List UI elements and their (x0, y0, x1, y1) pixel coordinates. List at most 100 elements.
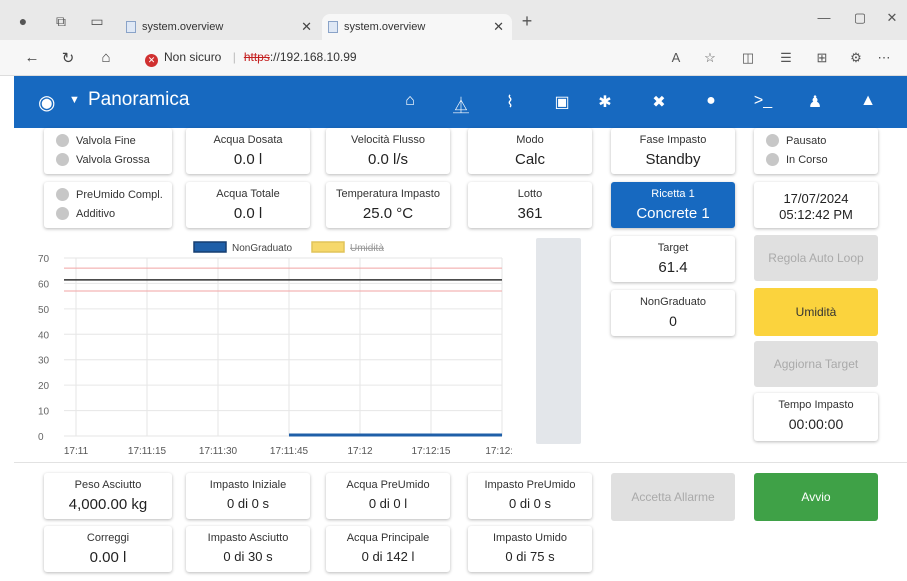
impasto-iniziale-card: Impasto Iniziale 0 di 0 s (186, 473, 310, 519)
close-tab-icon[interactable]: ✕ (493, 14, 504, 40)
url-host: ://192.168.10.99 (269, 50, 357, 64)
main-panel: Valvola Fine Valvola Grossa Acqua Dosata… (14, 128, 907, 581)
fase-impasto-card: Fase Impasto Standby (611, 128, 735, 174)
toggle-icon[interactable]: ● (700, 92, 722, 110)
ricetta-card[interactable]: Ricetta 1 Concrete 1 (611, 182, 735, 228)
profile-icon[interactable]: ● (14, 12, 32, 30)
new-tab-icon[interactable]: + (518, 12, 536, 30)
tools-icon[interactable]: ✖ (648, 92, 670, 112)
more-icon[interactable]: ⋯ (874, 50, 894, 66)
correggi-card: Correggi 0.00 l (44, 526, 172, 572)
browser-tab-2[interactable]: system.overview ✕ (322, 14, 512, 40)
x-tick-label: 17:11:15 (128, 446, 167, 457)
app-header: ◉ ▼ Panoramica ⌂ ⏅ ⌇ ▣ ✱ ✖ ● >_ ♟ ▲ (14, 76, 907, 128)
maximize-icon[interactable]: ▢ (850, 10, 870, 26)
umidita-button[interactable]: Umidità (754, 288, 878, 336)
peso-asciutto-label: Peso Asciutto (74, 479, 142, 491)
tempo-impasto-label: Tempo Impasto (778, 399, 854, 411)
split-screen-icon[interactable]: ◫ (738, 50, 758, 66)
impasto-iniziale-label: Impasto Iniziale (209, 479, 287, 491)
temperatura-label: Temperatura Impasto (336, 188, 440, 200)
legend-label: NonGraduato (232, 243, 292, 254)
legend-swatch (193, 241, 227, 253)
datetime-card: 17/07/2024 05:12:42 PM (754, 182, 878, 228)
page-favicon-icon (328, 21, 338, 33)
favorite-star-icon[interactable]: ☆ (700, 50, 720, 66)
url-scheme: https (243, 50, 270, 64)
acqua-principale-value: 0 di 142 l (361, 549, 415, 564)
acqua-principale-card: Acqua Principale 0 di 142 l (326, 526, 450, 572)
tab-actions-icon[interactable]: ▭ (88, 12, 106, 30)
collections-icon[interactable]: ⊞ (812, 50, 832, 66)
back-icon[interactable]: ← (22, 49, 42, 66)
home-browser-icon[interactable]: ⌂ (96, 49, 116, 66)
impasto-umido-label: Impasto Umido (493, 532, 567, 544)
nongraduato-value: 0 (669, 313, 677, 329)
status-led-icon (56, 188, 69, 201)
y-tick-label: 70 (38, 254, 50, 265)
acqua-totale-label: Acqua Totale (216, 188, 280, 200)
date-value: 17/07/2024 (783, 191, 849, 206)
aggiorna-target-button[interactable]: Aggiorna Target (754, 341, 878, 387)
in-corso-indicator: In Corso (766, 153, 828, 166)
workspaces-icon[interactable]: ⧉ (52, 12, 70, 30)
favorites-icon[interactable]: ☰ (776, 50, 796, 66)
trend-chart: 0 10 20 30 40 50 60 70 17:11 17:11:15 17:11:30 17:1… (34, 238, 519, 463)
impasto-preumido-label: Impasto PreUmido (484, 479, 576, 491)
correggi-label: Correggi (86, 532, 130, 544)
lock-icon[interactable]: ▲ (857, 92, 879, 110)
close-window-icon[interactable]: ✕ (882, 10, 902, 26)
tab-bar: ● ⧉ ▭ system.overview ✕ system.overview … (0, 0, 907, 40)
globe-icon[interactable]: ◉ (38, 90, 55, 115)
modo-value: Calc (514, 151, 545, 168)
peso-asciutto-value: 4,000.00 kg (68, 496, 148, 513)
user-icon[interactable]: ♟ (804, 92, 826, 112)
status-led-icon (766, 134, 779, 147)
tab-title: system.overview (142, 21, 224, 33)
toolbox-icon[interactable]: ▣ (551, 92, 573, 112)
page-title: Panoramica (88, 89, 190, 110)
time-value: 05:12:42 PM (779, 207, 853, 222)
y-tick-label: 60 (38, 279, 50, 290)
target-value: 61.4 (658, 259, 688, 276)
additivo-indicator: Additivo (56, 207, 115, 220)
legend-swatch (311, 241, 345, 253)
valvola-grossa-indicator: Valvola Grossa (56, 153, 150, 166)
caret-down-icon[interactable]: ▼ (69, 94, 80, 106)
acqua-dosata-label: Acqua Dosata (213, 134, 283, 146)
velocita-flusso-value: 0.0 l/s (367, 151, 409, 168)
refresh-icon[interactable]: ↻ (58, 49, 78, 67)
chart-icon[interactable]: ⌇ (499, 92, 521, 112)
legend-label: Umidità (350, 243, 384, 254)
lotto-value: 361 (517, 205, 543, 222)
additives-card: PreUmido Compl. Additivo (44, 182, 172, 228)
preumido-compl-indicator: PreUmido Compl. (56, 188, 163, 201)
avvio-button[interactable]: Avvio (754, 473, 878, 521)
extensions-icon[interactable]: ⚙ (846, 50, 866, 66)
pausato-indicator: Pausato (766, 134, 826, 147)
acqua-preumido-card: Acqua PreUmido 0 di 0 l (326, 473, 450, 519)
nongraduato-label: NonGraduato (639, 296, 707, 308)
flask-icon[interactable]: ⏅ (450, 92, 472, 116)
url-field[interactable]: ✕ Non sicuro | https://192.168.10.99 (145, 50, 357, 67)
nongraduato-card: NonGraduato 0 (611, 290, 735, 336)
minimize-icon[interactable]: — (814, 10, 834, 25)
page-favicon-icon (126, 21, 136, 33)
regola-auto-loop-button[interactable]: Regola Auto Loop (754, 235, 878, 281)
home-icon[interactable]: ⌂ (399, 92, 421, 110)
read-aloud-icon[interactable]: A (666, 50, 686, 65)
accetta-allarme-button[interactable]: Accetta Allarme (611, 473, 735, 521)
gear-icon[interactable]: ✱ (594, 92, 616, 112)
x-tick-label: 17:12:3 (485, 446, 512, 457)
tab-title: system.overview (344, 21, 426, 33)
status-led-icon (56, 207, 69, 220)
browser-tab-1[interactable]: system.overview ✕ (120, 14, 320, 40)
not-secure-icon: ✕ (145, 54, 158, 67)
x-tick-label: 17:11:45 (270, 446, 309, 457)
ricetta-label: Ricetta 1 (651, 188, 695, 200)
terminal-icon[interactable]: >_ (752, 92, 774, 110)
impasto-asciutto-label: Impasto Asciutto (207, 532, 289, 544)
lotto-card: Lotto 361 (468, 182, 592, 228)
acqua-preumido-value: 0 di 0 l (368, 496, 408, 511)
close-tab-icon[interactable]: ✕ (301, 14, 312, 40)
